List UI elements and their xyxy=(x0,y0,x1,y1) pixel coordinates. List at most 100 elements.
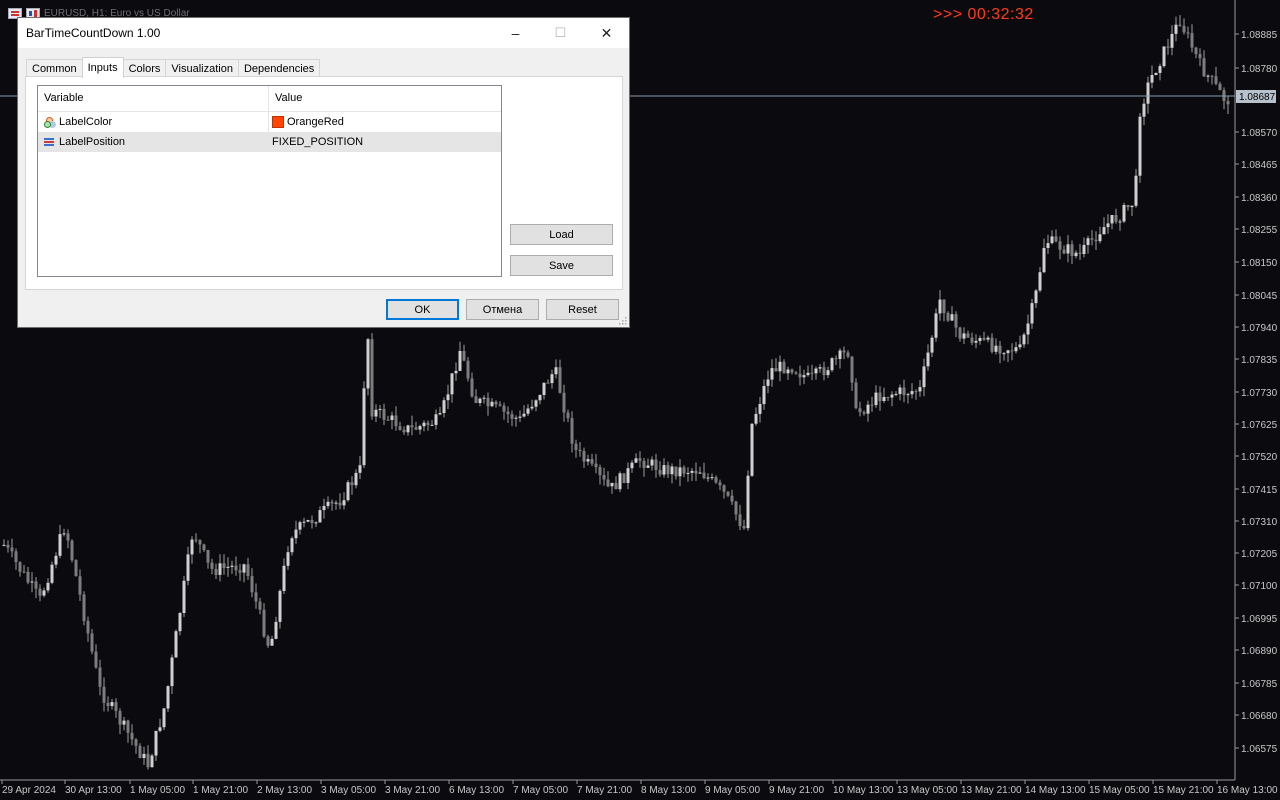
candle-body xyxy=(546,382,550,384)
candle-body xyxy=(810,372,814,374)
candle-body xyxy=(26,571,30,583)
time-label: 15 May 05:00 xyxy=(1089,785,1150,796)
candle-body xyxy=(1178,24,1182,26)
candle-body xyxy=(54,555,58,565)
inputs-grid: Variable Value LabelColor OrangeRed Labe… xyxy=(37,85,502,277)
candle-body xyxy=(462,351,466,361)
candle-body xyxy=(1134,175,1138,206)
candle-body xyxy=(794,372,798,374)
candle-body xyxy=(718,482,722,486)
candle-body xyxy=(486,397,490,407)
properties-dialog: BarTimeCountDown 1.00 – ☐ ✕ Common Input… xyxy=(17,17,630,328)
maximize-button[interactable]: ☐ xyxy=(538,18,583,48)
candle-body xyxy=(294,529,298,539)
price-label: 1.08570 xyxy=(1241,128,1278,139)
candle-body xyxy=(286,552,290,566)
candle-body xyxy=(1066,244,1070,254)
candle-body xyxy=(298,522,302,530)
candle-body xyxy=(1102,227,1106,235)
candle-body xyxy=(34,581,38,589)
candle-body xyxy=(58,534,62,556)
candle-body xyxy=(766,379,770,386)
candle-body xyxy=(326,501,330,506)
time-label: 8 May 13:00 xyxy=(641,785,696,796)
candle-body xyxy=(630,462,634,469)
candle-body xyxy=(1226,101,1230,105)
candle-body xyxy=(686,472,690,474)
dialog-tabs: Common Inputs Colors Visualization Depen… xyxy=(26,57,321,78)
color-palette-icon xyxy=(44,117,54,128)
candle-body xyxy=(194,539,198,541)
close-button[interactable]: ✕ xyxy=(584,18,629,48)
param-name: LabelPosition xyxy=(59,136,126,148)
candle-body xyxy=(242,564,246,573)
param-row-labelcolor[interactable]: LabelColor OrangeRed xyxy=(38,112,501,132)
candle-body xyxy=(502,405,506,412)
candle-body xyxy=(42,590,46,596)
candle-body xyxy=(566,412,570,419)
candle-body xyxy=(354,472,358,486)
time-label: 2 May 13:00 xyxy=(257,785,312,796)
candle-body xyxy=(1042,248,1046,273)
candle-body xyxy=(906,394,910,396)
tab-inputs[interactable]: Inputs xyxy=(81,57,124,78)
candle-body xyxy=(378,408,382,410)
ok-button[interactable]: OK xyxy=(386,299,459,320)
param-value-cell[interactable]: FIXED_POSITION xyxy=(269,132,501,152)
price-label: 1.06680 xyxy=(1241,711,1278,722)
candle-body xyxy=(1058,241,1062,250)
dialog-titlebar[interactable]: BarTimeCountDown 1.00 – ☐ ✕ xyxy=(18,18,629,48)
candle-body xyxy=(82,594,86,621)
candle-body xyxy=(290,538,294,553)
candle-body xyxy=(590,459,594,464)
minimize-button[interactable]: – xyxy=(493,18,538,48)
cancel-button[interactable]: Отмена xyxy=(466,299,539,320)
candle-body xyxy=(742,526,746,529)
candle-body xyxy=(22,571,26,573)
candle-body xyxy=(858,408,862,413)
candle-body xyxy=(662,465,666,475)
column-value[interactable]: Value xyxy=(269,86,501,111)
price-label: 1.07625 xyxy=(1241,420,1278,431)
candle-body xyxy=(1026,323,1030,335)
candle-body xyxy=(790,369,794,373)
candle-body xyxy=(770,368,774,380)
param-value-cell[interactable]: OrangeRed xyxy=(269,112,501,132)
candle-body xyxy=(106,702,110,706)
load-button[interactable]: Load xyxy=(510,224,613,245)
candle-body xyxy=(1038,272,1042,291)
param-row-labelposition[interactable]: LabelPosition FIXED_POSITION xyxy=(38,132,501,152)
candle-body xyxy=(490,401,494,407)
save-button[interactable]: Save xyxy=(510,255,613,276)
price-label: 1.07205 xyxy=(1241,549,1278,560)
candle-body xyxy=(1014,347,1018,352)
candle-body xyxy=(1106,223,1110,228)
candle-body xyxy=(414,427,418,430)
candle-body xyxy=(702,472,706,478)
column-variable[interactable]: Variable xyxy=(38,86,269,111)
candle-body xyxy=(2,544,6,546)
candle-body xyxy=(534,400,538,407)
candle-body xyxy=(114,702,118,711)
candle-body xyxy=(238,570,242,573)
resize-grip-icon[interactable] xyxy=(619,317,627,325)
candle-body xyxy=(506,411,510,415)
price-label: 1.07415 xyxy=(1241,485,1278,496)
candle-body xyxy=(1126,205,1130,208)
param-name-cell: LabelColor xyxy=(38,112,269,132)
candle-body xyxy=(970,337,974,343)
candle-body xyxy=(90,633,94,652)
color-swatch[interactable] xyxy=(272,116,284,128)
time-label: 9 May 05:00 xyxy=(705,785,760,796)
price-label: 1.08150 xyxy=(1241,258,1278,269)
candle-body xyxy=(650,459,654,466)
candle-body xyxy=(1018,344,1022,348)
price-label: 1.06785 xyxy=(1241,679,1278,690)
candle-body xyxy=(902,387,906,395)
candle-body xyxy=(670,466,674,475)
candle-body xyxy=(530,406,534,409)
candle-body xyxy=(370,339,374,417)
reset-button[interactable]: Reset xyxy=(546,299,619,320)
candle-body xyxy=(390,415,394,420)
candle-body xyxy=(1186,32,1190,34)
